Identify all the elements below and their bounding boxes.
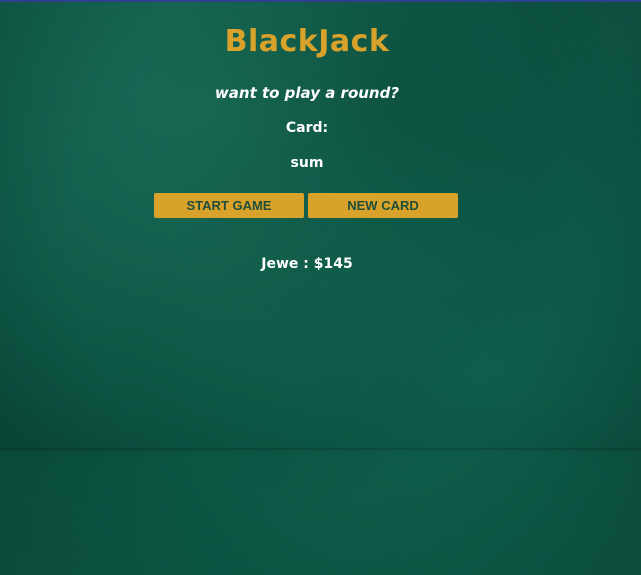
start-game-button[interactable]: START GAME (154, 193, 304, 218)
button-row: START GAME NEW CARD (154, 193, 458, 218)
new-card-button[interactable]: NEW CARD (308, 193, 458, 218)
message-text: want to play a round? (214, 84, 400, 102)
page-title: BlackJack (224, 24, 390, 59)
sum-label: sum (290, 155, 324, 171)
player-info: Jewe : $145 (261, 256, 353, 272)
cards-label: Card: (285, 120, 329, 136)
table-floor-line (0, 448, 641, 451)
